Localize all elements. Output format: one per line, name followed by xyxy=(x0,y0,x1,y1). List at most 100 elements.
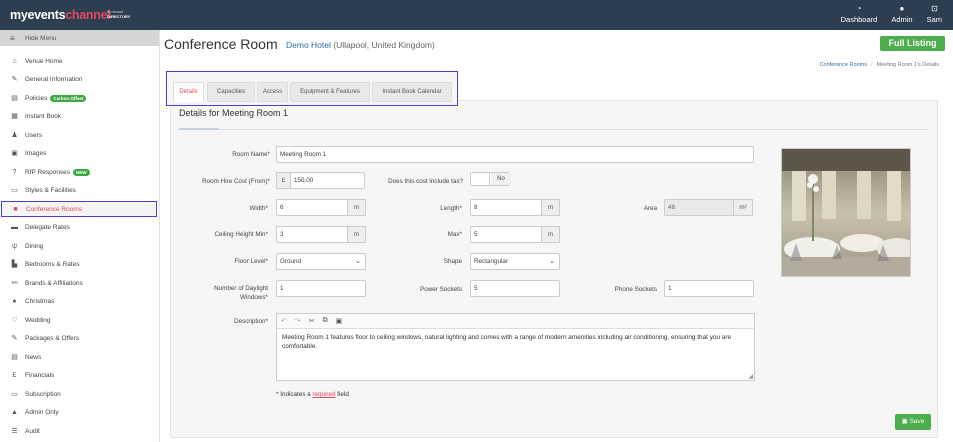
cut-icon[interactable]: ✂ xyxy=(309,317,315,325)
tab-bar: Details Capacities Access Equipment & Fe… xyxy=(166,71,458,106)
sidebar-item-label: Users xyxy=(25,131,42,139)
tab-capacities[interactable]: Capacities xyxy=(207,82,255,102)
brand-logo[interactable]: myeventschannel xyxy=(10,8,111,22)
description-editor[interactable]: ↶ ↷ ✂ ⧉ ▣ Meeting Room 1 features floor … xyxy=(276,313,755,381)
nav-admin[interactable]: ● Admin xyxy=(884,4,919,24)
question-icon: ? xyxy=(12,168,17,176)
max-height-label: Max* xyxy=(447,231,462,238)
ceiling-height-label: Ceiling Height Min* xyxy=(214,231,268,238)
length-input[interactable]: 8 xyxy=(470,199,542,216)
nav-user[interactable]: ⊡ Sam xyxy=(920,4,949,24)
sidebar-item-label: News xyxy=(25,353,42,361)
sidebar-item-label: Brands & Affiliations xyxy=(25,279,83,287)
room-photo[interactable] xyxy=(781,148,911,277)
breadcrumb-separator: / xyxy=(870,62,873,68)
sidebar-item-label: Admin Only xyxy=(25,408,59,416)
sidebar-item-dining[interactable]: ψ Dining xyxy=(0,238,160,254)
sidebar-item-wedding[interactable]: ♡ Wedding xyxy=(0,312,160,328)
sidebar-item-conference-rooms[interactable]: ■ Conference Rooms xyxy=(1,201,157,217)
chevron-down-icon: ⌄ xyxy=(549,258,555,265)
sidebar-item-news[interactable]: ▤ News xyxy=(0,349,160,365)
sidebar-item-label: Dining xyxy=(25,242,44,250)
sidebar-item-label: General Information xyxy=(25,75,83,83)
daylight-windows-input[interactable]: 1 xyxy=(276,280,366,297)
tax-label: Does this cost include tax? xyxy=(388,178,463,185)
warning-icon: ▲ xyxy=(11,408,18,416)
sidebar-item-rfp-responses[interactable]: ? RfP Responses NEW xyxy=(0,164,160,180)
rates-icon: ▬ xyxy=(11,223,18,231)
calendar-icon: ▦ xyxy=(11,113,18,120)
max-height-input[interactable]: 5 xyxy=(470,226,542,243)
sidebar-item-delegate-rates[interactable]: ▬ Delegate Rates xyxy=(0,219,160,235)
edit-icon: ✎ xyxy=(11,76,18,83)
sidebar-item-label: RfP Responses xyxy=(25,168,71,176)
room-name-input[interactable]: Meeting Room 1 xyxy=(276,146,754,163)
description-text[interactable]: Meeting Room 1 features floor to ceiling… xyxy=(277,329,754,355)
sidebar-item-audit[interactable]: ☰ Audit xyxy=(0,423,160,439)
save-button[interactable]: ▣ Save xyxy=(895,414,931,430)
sidebar-item-label: Delegate Rates xyxy=(25,223,70,231)
width-input[interactable]: 6 xyxy=(276,199,348,216)
hide-menu-button[interactable]: ≡ Hide Menu xyxy=(0,30,159,46)
phone-sockets-input[interactable]: 1 xyxy=(664,280,754,297)
paste-icon[interactable]: ▣ xyxy=(336,317,343,325)
dashboard-icon: ◔ xyxy=(856,4,862,13)
bell-icon: ♠ xyxy=(12,297,17,305)
length-label: Length* xyxy=(440,205,462,212)
brand-by-venue-directory: by venue DIRECTORY xyxy=(107,9,131,19)
sidebar-item-policies[interactable]: ▤ Policies Carbon Offset xyxy=(0,90,160,106)
power-sockets-input[interactable]: 5 xyxy=(470,280,560,297)
resize-handle-icon[interactable]: ◢ xyxy=(748,373,753,380)
sidebar-item-label: Conference Rooms xyxy=(26,205,82,213)
max-height-unit: m xyxy=(541,226,560,243)
sidebar-item-users[interactable]: ♟ Users xyxy=(0,127,160,143)
sidebar-item-venue-home[interactable]: ⌂ Venue Home xyxy=(0,53,160,69)
floor-level-select[interactable]: Ground ⌄ xyxy=(276,253,366,270)
nav-dashboard[interactable]: ◔ Dashboard xyxy=(834,4,885,24)
sidebar-item-subscription[interactable]: ▭ Subscription xyxy=(0,386,160,402)
tab-details[interactable]: Details xyxy=(173,82,204,102)
sidebar-item-label: Policies xyxy=(25,94,48,102)
hotel-name[interactable]: Demo Hotel xyxy=(286,40,331,50)
section-divider xyxy=(179,129,929,130)
admin-icon: ● xyxy=(899,4,905,13)
sidebar-item-brands-affiliations[interactable]: ⚯ Brands & Affiliations xyxy=(0,275,160,291)
sidebar-item-instant-book[interactable]: ▦ Instant Book xyxy=(0,108,160,124)
sidebar-item-christmas[interactable]: ♠ Christmas xyxy=(0,293,160,309)
undo-icon[interactable]: ↶ xyxy=(281,317,287,325)
tab-access[interactable]: Access xyxy=(257,82,288,102)
power-sockets-label: Power Sockets xyxy=(420,286,462,293)
top-nav: ◔ Dashboard ● Admin ⊡ Sam xyxy=(834,4,949,24)
sidebar-item-label: Venue Home xyxy=(25,57,63,65)
heart-icon: ♡ xyxy=(11,317,18,324)
sidebar-item-label: Styles & Facilities xyxy=(25,186,76,194)
sidebar-item-general-information[interactable]: ✎ General Information xyxy=(0,71,160,87)
copy-icon[interactable]: ⧉ xyxy=(323,317,328,325)
tab-instant-book-calendar[interactable]: Instant Book Calendar xyxy=(372,82,452,102)
nav-dashboard-label: Dashboard xyxy=(840,15,878,24)
sidebar-item-label: Christmas xyxy=(25,297,55,305)
hire-cost-input[interactable]: 150.00 xyxy=(290,172,365,189)
sidebar-item-images[interactable]: ▣ Images xyxy=(0,145,160,161)
tab-equipment-features[interactable]: Equipment & Features xyxy=(290,82,370,102)
card-icon: ▭ xyxy=(11,391,18,398)
save-icon: ▣ xyxy=(901,418,908,425)
breadcrumb-conference-rooms[interactable]: Conference Rooms xyxy=(820,62,867,68)
tax-toggle[interactable]: No xyxy=(470,172,511,186)
sidebar-item-label: Bedrooms & Rates xyxy=(25,260,80,268)
user-icon: ♟ xyxy=(11,132,18,139)
sidebar-item-label: Subscription xyxy=(25,390,61,398)
sidebar-item-admin-only[interactable]: ▲ Admin Only xyxy=(0,404,160,420)
monitor-icon: ▭ xyxy=(11,187,18,194)
sidebar-item-packages-offers[interactable]: ✎ Packages & Offers xyxy=(0,330,160,346)
ceiling-height-input[interactable]: 3 xyxy=(276,226,348,243)
redo-icon[interactable]: ↷ xyxy=(295,317,301,325)
venue-subtitle: Demo Hotel (Ullapool, United Kingdom) xyxy=(286,40,435,50)
hotel-location: (Ullapool, United Kingdom) xyxy=(333,40,435,50)
sidebar-item-styles-facilities[interactable]: ▭ Styles & Facilities xyxy=(0,182,160,198)
sidebar-item-financials[interactable]: £ Financials xyxy=(0,367,160,383)
sidebar-item-bedrooms-rates[interactable]: ▙ Bedrooms & Rates xyxy=(0,256,160,272)
shape-select[interactable]: Rectangular ⌄ xyxy=(470,253,560,270)
section-divider-accent xyxy=(179,128,219,130)
full-listing-button[interactable]: Full Listing xyxy=(880,36,945,51)
